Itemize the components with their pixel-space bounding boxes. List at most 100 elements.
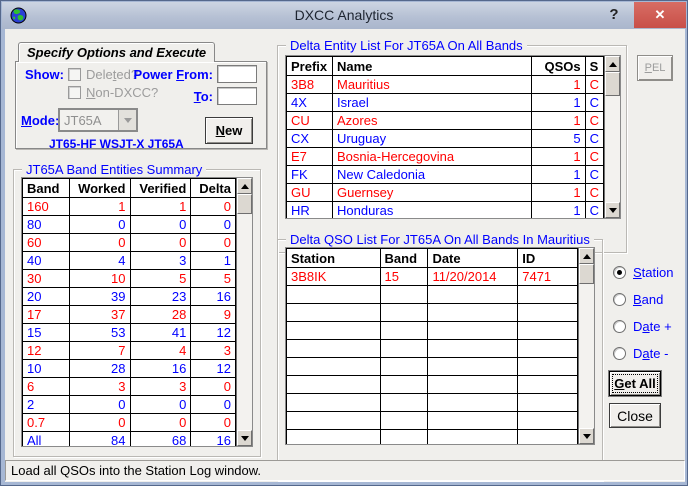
qso-list-group-title: Delta QSO List For JT65A On All Bands In… bbox=[286, 232, 594, 247]
arrow-down-icon bbox=[608, 207, 617, 213]
radio-date-plus[interactable]: Date + bbox=[613, 319, 672, 334]
band-row[interactable]: 10 28 16 12 bbox=[22, 359, 236, 378]
scrollbar-track[interactable] bbox=[237, 214, 252, 430]
radio-date-minus[interactable]: Date - bbox=[613, 346, 668, 361]
arrow-up-icon bbox=[240, 183, 249, 189]
qso-row[interactable] bbox=[286, 393, 578, 412]
arrow-up-icon bbox=[582, 253, 591, 259]
title-bar: DXCC Analytics ? ✕ bbox=[2, 2, 686, 29]
scrollbar-up-button[interactable] bbox=[237, 178, 252, 194]
qso-row[interactable]: 3B8IK 15 11/20/2014 7471 bbox=[286, 267, 578, 286]
entity-row[interactable]: CX Uruguay 5 C bbox=[286, 129, 605, 148]
band-row[interactable]: All 84 68 16 bbox=[22, 431, 236, 446]
entity-row[interactable]: 3B8 Mauritius 1 C bbox=[286, 75, 605, 94]
band-row[interactable]: 80 0 0 0 bbox=[22, 215, 236, 234]
qso-row[interactable] bbox=[286, 339, 578, 358]
pel-button: PEL bbox=[637, 55, 673, 81]
qso-row[interactable] bbox=[286, 285, 578, 304]
band-row[interactable]: 40 4 3 1 bbox=[22, 251, 236, 270]
band-summary-grid: Band Worked Verified Delta 160 1 1 0 80 … bbox=[21, 177, 253, 447]
scrollbar-thumb[interactable] bbox=[605, 72, 620, 96]
arrow-down-icon bbox=[582, 433, 591, 439]
new-button[interactable]: New bbox=[205, 117, 253, 144]
radio-station[interactable]: Station bbox=[613, 265, 673, 280]
close-window-button[interactable]: ✕ bbox=[634, 2, 686, 28]
col-delta: Delta bbox=[190, 178, 236, 198]
scrollbar-up-button[interactable] bbox=[605, 56, 620, 72]
qso-row[interactable] bbox=[286, 321, 578, 340]
entity-row[interactable]: 4X Israel 1 C bbox=[286, 93, 605, 112]
col-date: Date bbox=[427, 248, 519, 268]
radio-button-icon bbox=[613, 347, 626, 360]
mode-combobox-value: JT65A bbox=[64, 112, 102, 128]
radio-button-icon bbox=[613, 293, 626, 306]
qso-list-grid: Station Band Date ID 3B8IK 15 11/20/2014… bbox=[285, 247, 595, 445]
entity-row[interactable]: CU Azores 1 C bbox=[286, 111, 605, 130]
radio-band-label: Band bbox=[633, 292, 664, 307]
scrollbar-down-button[interactable] bbox=[605, 202, 620, 218]
entity-row[interactable]: FK New Caledonia 1 C bbox=[286, 165, 605, 184]
radio-date-minus-label: Date - bbox=[633, 346, 669, 361]
entity-row[interactable]: GU Guernsey 1 C bbox=[286, 183, 605, 202]
scrollbar-down-button[interactable] bbox=[237, 430, 252, 446]
status-bar: Load all QSOs into the Station Log windo… bbox=[5, 460, 685, 481]
help-button[interactable]: ? bbox=[604, 6, 624, 26]
deleted-checkbox bbox=[68, 68, 81, 81]
mode-label: Mode: bbox=[21, 113, 60, 128]
scrollbar-thumb[interactable] bbox=[579, 264, 594, 284]
band-row[interactable]: 60 0 0 0 bbox=[22, 233, 236, 252]
qso-row[interactable] bbox=[286, 303, 578, 322]
band-row[interactable]: 30 10 5 5 bbox=[22, 269, 236, 288]
scrollbar-track[interactable] bbox=[579, 284, 594, 428]
entity-list-scrollbar[interactable] bbox=[604, 56, 620, 218]
chevron-down-icon bbox=[123, 117, 132, 123]
col-qsos: QSOs bbox=[530, 56, 586, 76]
power-to-label: To: bbox=[193, 89, 213, 104]
scrollbar-track[interactable] bbox=[605, 96, 620, 202]
band-row[interactable]: 6 3 3 0 bbox=[22, 377, 236, 396]
col-worked: Worked bbox=[68, 178, 131, 198]
show-label: Show: bbox=[25, 67, 64, 82]
band-row[interactable]: 0.7 0 0 0 bbox=[22, 413, 236, 432]
window-title: DXCC Analytics bbox=[294, 7, 394, 23]
scrollbar-thumb[interactable] bbox=[237, 194, 252, 214]
band-row[interactable]: 160 1 1 0 bbox=[22, 197, 236, 216]
power-from-label: Power From: bbox=[133, 67, 213, 82]
qso-row[interactable] bbox=[286, 411, 578, 430]
col-id: ID bbox=[517, 248, 578, 268]
tab-specify-options[interactable]: Specify Options and Execute bbox=[18, 42, 216, 62]
band-row[interactable]: 15 53 41 12 bbox=[22, 323, 236, 342]
qso-row[interactable] bbox=[286, 357, 578, 376]
qso-row[interactable] bbox=[286, 429, 578, 444]
mode-note: JT65-HF WSJT-X JT65A bbox=[49, 137, 184, 151]
power-from-input[interactable] bbox=[217, 65, 257, 83]
power-to-input[interactable] bbox=[217, 87, 257, 105]
client-area: Specify Options and Execute N/A Show: De… bbox=[5, 29, 685, 482]
scrollbar-up-button[interactable] bbox=[579, 248, 594, 264]
entity-row[interactable]: E7 Bosnia-Hercegovina 1 C bbox=[286, 147, 605, 166]
band-row[interactable]: 17 37 28 9 bbox=[22, 305, 236, 324]
band-row[interactable]: 20 39 23 16 bbox=[22, 287, 236, 306]
get-all-button[interactable]: Get All bbox=[609, 371, 661, 396]
col-name: Name bbox=[331, 56, 532, 76]
mode-combobox-dropdown-button bbox=[118, 110, 136, 130]
band-row[interactable]: 2 0 0 0 bbox=[22, 395, 236, 414]
qso-row[interactable] bbox=[286, 375, 578, 394]
radio-button-icon bbox=[613, 320, 626, 333]
header-row: Prefix Name QSOs S bbox=[286, 56, 605, 76]
entity-row[interactable]: HR Honduras 1 C bbox=[286, 201, 605, 218]
qso-list-scrollbar[interactable] bbox=[578, 248, 594, 444]
entity-list-group-title: Delta Entity List For JT65A On All Bands bbox=[286, 38, 527, 53]
close-button[interactable]: Close bbox=[609, 403, 661, 428]
col-s: S bbox=[584, 56, 605, 76]
col-band: Band bbox=[379, 248, 429, 268]
radio-band[interactable]: Band bbox=[613, 292, 663, 307]
mode-combobox: JT65A bbox=[58, 108, 138, 132]
band-summary-group-title: JT65A Band Entities Summary bbox=[22, 162, 207, 177]
band-row[interactable]: 12 7 4 3 bbox=[22, 341, 236, 360]
scrollbar-down-button[interactable] bbox=[579, 428, 594, 444]
band-summary-scrollbar[interactable] bbox=[236, 178, 252, 446]
band-summary-table: Band Worked Verified Delta 160 1 1 0 80 … bbox=[22, 178, 236, 446]
col-prefix: Prefix bbox=[286, 56, 333, 76]
col-station: Station bbox=[286, 248, 381, 268]
